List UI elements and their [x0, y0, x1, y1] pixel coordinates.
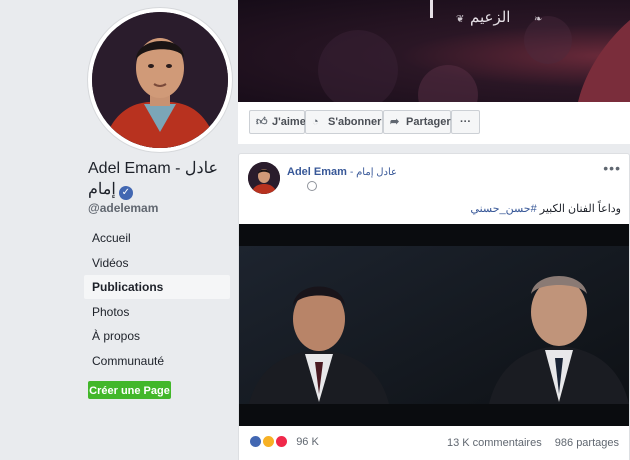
page-title-line2: إمام — [88, 181, 116, 198]
globe-icon[interactable] — [307, 181, 317, 191]
post-author-name[interactable]: Adel Emam - عادل إمام — [287, 166, 397, 178]
cover-photo[interactable]: ❦ الزعيم ❧ — [238, 0, 630, 102]
post-more-icon[interactable]: ••• — [603, 160, 621, 176]
nav-item-accueil[interactable]: Accueil — [84, 226, 230, 250]
post-card: Adel Emam - عادل إمام ••• وداعاً الفنان … — [238, 153, 630, 460]
post-hashtag[interactable]: #حسن_حسني — [470, 203, 536, 215]
comments-count[interactable]: 13 K commentaires — [447, 437, 542, 449]
page-nav: Accueil Vidéos Publications Photos À pro… — [84, 226, 230, 373]
sad-reaction-icon — [262, 435, 276, 448]
reactions-count: 96 K — [296, 435, 319, 448]
cover-title: الزعيم — [470, 8, 511, 26]
post-author-arabic: - عادل إمام — [349, 167, 397, 178]
post-text-body: وداعاً الفنان الكبير — [536, 203, 621, 215]
profile-photo-illustration — [92, 12, 228, 148]
reactions-summary[interactable]: 96 K — [249, 435, 319, 451]
page-title[interactable]: Adel Emam - عادل إمام ✓ — [88, 158, 233, 200]
create-page-button[interactable]: Créer une Page — [88, 381, 171, 399]
post-text: وداعاً الفنان الكبير #حسن_حسني — [470, 202, 621, 215]
profile-picture[interactable] — [88, 8, 232, 152]
avatar-illustration — [248, 162, 280, 194]
share-button[interactable]: ➦ Partager — [383, 110, 451, 134]
like-label: J'aime — [272, 116, 306, 128]
share-label: Partager — [406, 116, 451, 128]
follow-button[interactable]: ◔ S'abonner — [305, 110, 383, 134]
nav-item-publications[interactable]: Publications — [84, 275, 230, 299]
shares-count[interactable]: 986 partages — [555, 437, 619, 449]
page-username[interactable]: @adelemam — [88, 201, 158, 215]
follow-label: S'abonner — [328, 116, 382, 128]
nav-item-photos[interactable]: Photos — [84, 300, 230, 324]
share-arrow-icon: ➦ — [390, 116, 400, 128]
post-stats: 13 K commentaires 986 partages — [447, 437, 619, 449]
page-title-line1: Adel Emam - عادل — [88, 160, 219, 177]
cover-ornament-right-icon: ❧ — [534, 14, 543, 25]
like-page-button[interactable]: 👍︎ J'aime — [249, 110, 306, 134]
video-frame-illustration — [239, 224, 629, 426]
rss-icon: ◔ — [312, 116, 319, 128]
thumbs-up-icon: 👍︎ — [256, 116, 268, 128]
post-author-latin: Adel Emam — [287, 166, 347, 178]
more-options-button[interactable]: ··· — [451, 110, 480, 134]
nav-item-videos[interactable]: Vidéos — [84, 251, 230, 275]
verified-badge-icon: ✓ — [118, 186, 133, 200]
cover-background-illustration — [318, 0, 630, 102]
page-action-bar: 👍︎ J'aime ◔ S'abonner ➦ Partager ··· — [238, 102, 630, 144]
nav-item-a-propos[interactable]: À propos — [84, 324, 230, 348]
nav-item-communaute[interactable]: Communauté — [84, 349, 230, 373]
like-reaction-icon — [249, 435, 262, 448]
post-video[interactable] — [239, 224, 629, 426]
cover-ornament-left-icon: ❦ — [456, 14, 465, 25]
love-reaction-icon — [275, 435, 289, 448]
post-author-avatar[interactable] — [248, 162, 280, 194]
